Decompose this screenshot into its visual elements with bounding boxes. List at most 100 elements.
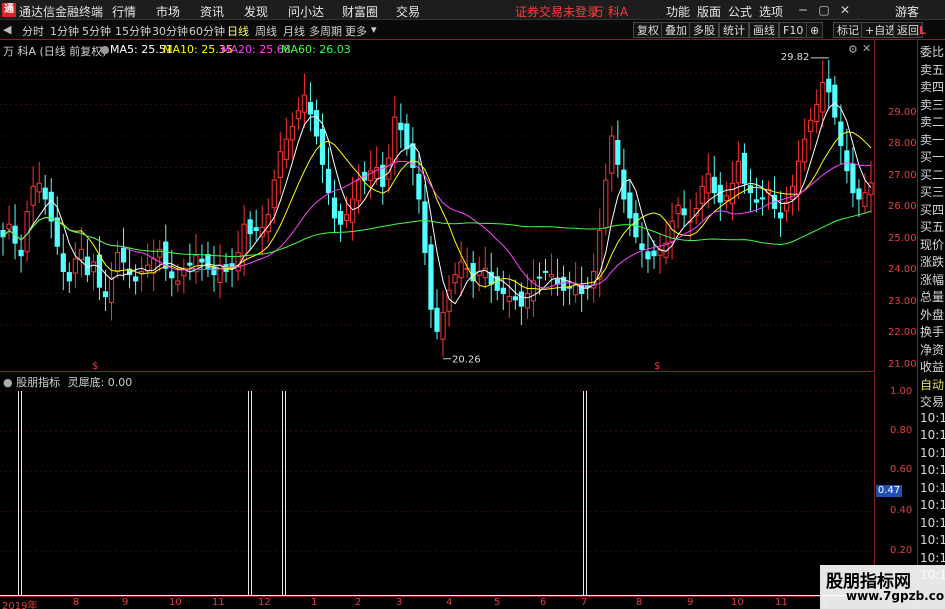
side-item: 10:10 xyxy=(920,498,945,512)
candle-body xyxy=(356,179,362,202)
candle-body xyxy=(175,280,181,285)
menu-options[interactable]: 选项 xyxy=(759,3,783,20)
app-title: 通达信金融终端 xyxy=(19,5,104,19)
side-item: 10:10 xyxy=(920,550,945,565)
kline-pane[interactable]: 29.82 20.26 $ $ xyxy=(0,40,875,372)
period-toolbar: ◀ 分时 1分钟 5分钟 15分钟 30分钟 60分钟 日线 周线 月线 多周期… xyxy=(0,20,945,40)
candle-body xyxy=(133,276,139,282)
side-item: 买四 xyxy=(920,202,945,217)
indicator-name[interactable]: 股朋指标 xyxy=(16,376,60,389)
time-tick: 4 xyxy=(446,597,453,608)
side-item: 净资 xyxy=(920,342,945,357)
tab-60min[interactable]: 60分钟 xyxy=(189,23,225,39)
candle-body xyxy=(392,116,398,163)
candle-body xyxy=(536,276,543,279)
time-tick: 3 xyxy=(396,597,403,608)
indicator-chart[interactable] xyxy=(0,373,875,596)
candle-body xyxy=(72,258,78,274)
side-item: 10:10 xyxy=(920,480,945,495)
app-logo-icon: 通 xyxy=(2,3,16,17)
ma5-line xyxy=(2,102,872,305)
menu-quotes[interactable]: 行情 xyxy=(112,3,136,20)
guest-label[interactable]: 游客 xyxy=(895,3,919,20)
candle-body xyxy=(802,138,808,163)
candle-body xyxy=(428,244,434,310)
title-bar: 通 通达信金融终端 行情 市场 资讯 发现 问小达 财富圈 交易 证券交易未登录… xyxy=(0,0,945,20)
menu-trade[interactable]: 交易 xyxy=(396,3,420,20)
overlay-button[interactable]: 叠加 xyxy=(661,22,691,38)
time-tick: 10 xyxy=(731,597,744,608)
time-tick: 9 xyxy=(687,597,694,608)
menu-layout[interactable]: 版面 xyxy=(697,3,721,20)
price-tick: 24.00 xyxy=(888,264,917,275)
restore-icon[interactable]: ▢ xyxy=(816,2,832,18)
draw-button[interactable]: 画线 xyxy=(749,22,779,38)
tab-1min[interactable]: 1分钟 xyxy=(50,23,79,39)
candle-body xyxy=(506,296,512,302)
menu-functions[interactable]: 功能 xyxy=(666,3,690,20)
kline-chart[interactable]: 29.82 20.26 $ $ xyxy=(0,40,875,372)
tab-more[interactable]: 更多 xyxy=(345,23,367,39)
candle-body xyxy=(850,163,856,194)
menu-market[interactable]: 市场 xyxy=(156,3,180,20)
side-item: 卖一 xyxy=(920,132,945,147)
tab-15min[interactable]: 15分钟 xyxy=(115,23,151,39)
side-panel-mark[interactable]: L xyxy=(919,24,926,37)
candle-body xyxy=(753,199,760,203)
side-quote-panel[interactable]: 委比 卖五 卖四 卖三 卖二 卖一 买一 买二 买三 买四 买五 现价 涨跌 涨幅 总量 外盘 换手 净资 收益 自动… xyxy=(917,40,945,609)
price-tick: 22.00 xyxy=(888,327,917,338)
dividend-marker-icon: $ xyxy=(654,361,660,372)
candle-body xyxy=(169,271,175,279)
menu-formula[interactable]: 公式 xyxy=(728,3,752,20)
tab-multi-period[interactable]: 多周期 xyxy=(309,23,342,39)
time-tick: 8 xyxy=(636,597,643,608)
candle-body xyxy=(814,104,820,123)
tab-30min[interactable]: 30分钟 xyxy=(152,23,188,39)
high-annotation: 29.82 xyxy=(781,52,810,63)
mark-button[interactable]: 标记 xyxy=(833,22,863,38)
adjust-button[interactable]: 复权 xyxy=(633,22,663,38)
multi-stock-button[interactable]: 多股 xyxy=(689,22,719,38)
price-tick: 23.00 xyxy=(888,296,917,307)
candle-body xyxy=(157,248,163,258)
menu-ask[interactable]: 问小达 xyxy=(288,3,324,20)
candle-body xyxy=(374,167,380,179)
candle-body xyxy=(343,214,350,221)
tab-intraday[interactable]: 分时 xyxy=(22,23,44,39)
candle-body xyxy=(452,274,458,284)
minimize-icon[interactable]: ─ xyxy=(795,2,811,18)
stats-button[interactable]: 统计 xyxy=(719,22,749,38)
indicator-pane[interactable] xyxy=(0,373,875,596)
indicator-dot-icon[interactable]: ● xyxy=(3,376,13,389)
dropdown-icon[interactable]: ▾ xyxy=(371,23,377,36)
tab-5min[interactable]: 5分钟 xyxy=(82,23,111,39)
candle-body xyxy=(609,135,615,174)
candle-body xyxy=(735,160,741,184)
tab-daily[interactable]: 日线 xyxy=(227,23,249,39)
tab-monthly[interactable]: 月线 xyxy=(283,23,305,39)
time-tick: 5 xyxy=(494,597,501,608)
candle-body xyxy=(301,94,308,113)
candle-body xyxy=(416,173,422,200)
indicator-tick: 0.80 xyxy=(890,425,913,436)
chart-close-icon[interactable]: ✕ xyxy=(862,42,871,55)
candle-body xyxy=(681,208,687,216)
tool-icon[interactable]: ⊕ xyxy=(806,22,824,38)
side-item: 卖三 xyxy=(920,97,945,112)
menu-news[interactable]: 资讯 xyxy=(200,3,224,20)
candle-body xyxy=(639,243,645,250)
indicator-current-badge: 0.47 xyxy=(876,485,902,497)
time-tick: 7 xyxy=(581,597,588,608)
login-warning[interactable]: 证券交易未登录 xyxy=(515,3,599,20)
chart-settings-icon[interactable]: ⚙ xyxy=(848,43,858,56)
f10-button[interactable]: F10 xyxy=(779,22,808,38)
menu-wealth-circle[interactable]: 财富圈 xyxy=(342,3,378,20)
indicator-tick: 0.40 xyxy=(890,505,913,516)
settings-dot-icon[interactable]: ● xyxy=(100,43,110,56)
candle-body xyxy=(777,212,784,219)
menu-discover[interactable]: 发现 xyxy=(244,3,268,20)
close-icon[interactable]: ✕ xyxy=(837,2,853,18)
tab-weekly[interactable]: 周线 xyxy=(255,23,277,39)
candle-body xyxy=(398,122,404,131)
toolbar-menu-icon[interactable]: ◀ xyxy=(3,23,11,36)
